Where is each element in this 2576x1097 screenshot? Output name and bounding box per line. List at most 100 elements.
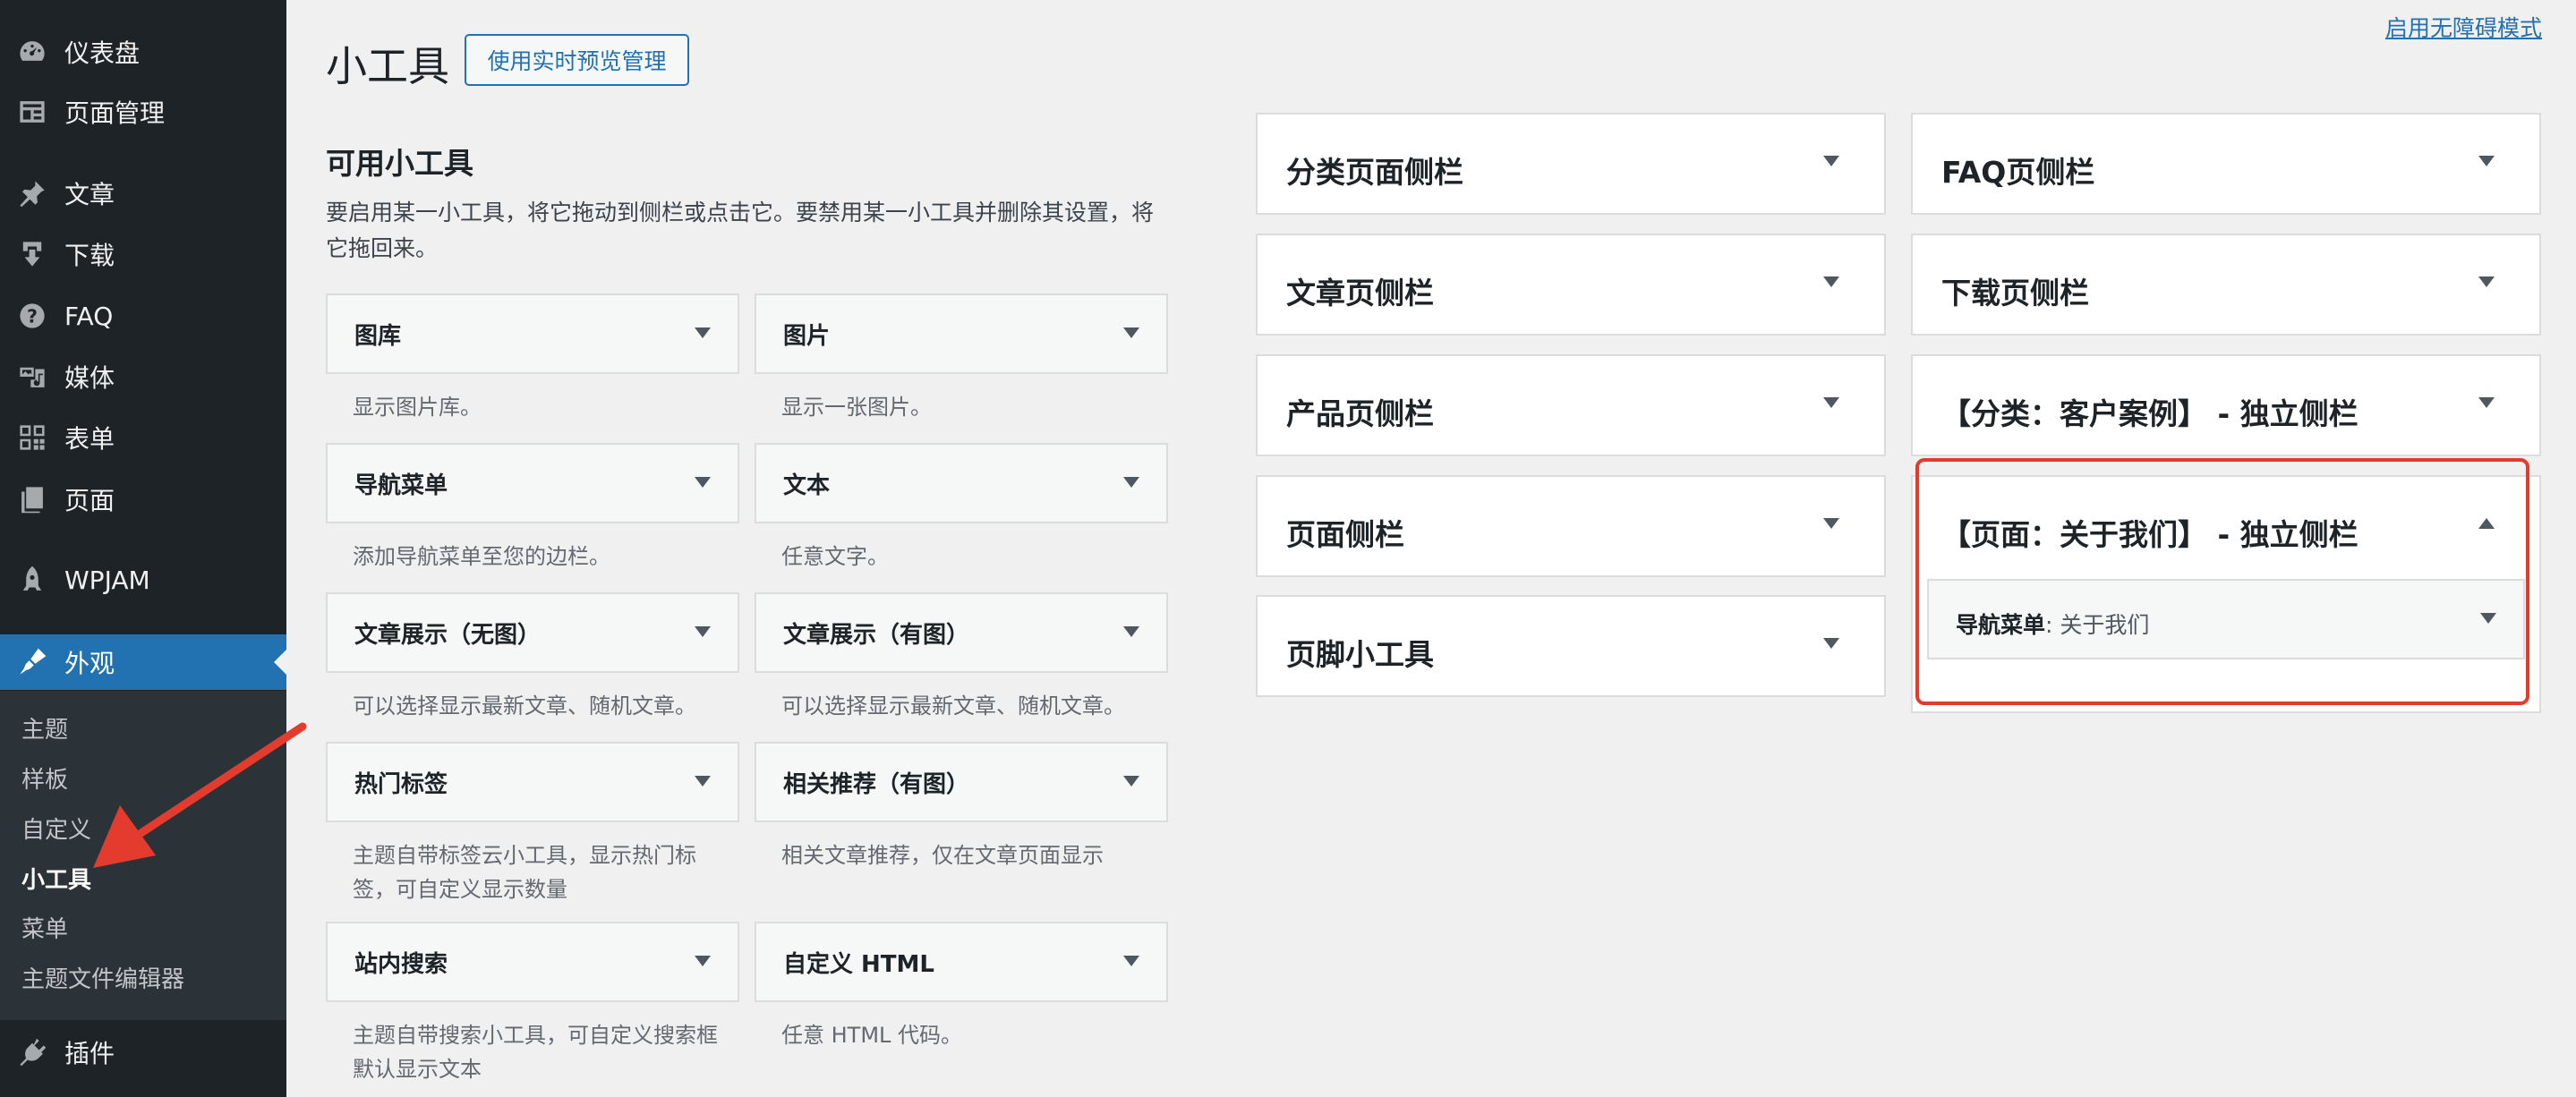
pin-icon — [16, 177, 48, 209]
widget-title: 导航菜单: 关于我们 — [1956, 608, 2149, 640]
plugin-icon — [16, 1036, 48, 1068]
menu-item-posts[interactable]: 文章 — [0, 166, 286, 220]
caret-down-icon[interactable] — [695, 327, 711, 338]
widget-image[interactable]: 图片 — [755, 293, 1168, 374]
brush-icon — [16, 646, 48, 678]
widget-title: 自定义 HTML — [783, 950, 934, 978]
accessibility-mode-link[interactable]: 启用无障碍模式 — [2385, 11, 2542, 43]
sidebar-title: 下载页侧栏 — [1941, 276, 2089, 310]
widget-title: 热门标签 — [354, 770, 448, 798]
media-icon — [16, 361, 48, 393]
menu-label: 媒体 — [64, 363, 115, 393]
sidebar-title: 页面侧栏 — [1286, 517, 1404, 552]
menu-item-download[interactable]: 下载 — [0, 227, 286, 281]
submenu-item-customize[interactable]: 自定义 — [21, 816, 91, 845]
caret-down-icon[interactable] — [695, 776, 711, 787]
widget-instance-title: : 关于我们 — [2045, 612, 2150, 638]
svg-text:?: ? — [27, 306, 38, 327]
menu-label: 页面管理 — [64, 98, 166, 128]
submenu-item-themes[interactable]: 主题 — [21, 716, 68, 744]
menu-item-page-manage[interactable]: 页面管理 — [0, 85, 286, 139]
widget-description: 显示一张图片。 — [781, 395, 932, 420]
caret-up-icon[interactable] — [2478, 518, 2495, 529]
sidebar-title: 【分类：客户案例】 - 独立侧栏 — [1941, 396, 2358, 431]
sidebar-widget-nav-menu[interactable]: 导航菜单: 关于我们 — [1927, 579, 2525, 659]
widget-title: 文章展示（无图） — [354, 621, 542, 649]
caret-down-icon[interactable] — [1123, 956, 1139, 966]
widget-description: 主题自带标签云小工具，显示热门标签，可自定义显示数量 — [353, 843, 696, 902]
widget-title: 导航菜单 — [354, 472, 448, 499]
menu-item-wpjam[interactable]: WPJAM — [0, 553, 286, 607]
widget-text[interactable]: 文本 — [755, 443, 1168, 523]
widget-description: 任意文字。 — [781, 544, 889, 569]
menu-label: 文章 — [64, 180, 115, 209]
widget-description: 任意 HTML 代码。 — [781, 1023, 963, 1048]
sidebar-page-about-us[interactable]: 【页面：关于我们】 - 独立侧栏 导航菜单: 关于我们 — [1911, 475, 2541, 713]
caret-down-icon[interactable] — [695, 626, 711, 637]
widget-nav-menu[interactable]: 导航菜单 — [326, 443, 739, 523]
widget-gallery[interactable]: 图库 — [326, 293, 739, 374]
submenu-item-menus[interactable]: 菜单 — [21, 915, 68, 944]
caret-down-icon[interactable] — [695, 956, 711, 966]
sidebar-footer-widgets[interactable]: 页脚小工具 — [1256, 595, 1886, 697]
submenu-item-patterns[interactable]: 样板 — [21, 766, 68, 795]
widget-title: 图片 — [783, 322, 831, 350]
menu-item-faq[interactable]: ? FAQ — [0, 289, 286, 343]
caret-down-icon[interactable] — [1823, 276, 1839, 287]
widget-hot-tags[interactable]: 热门标签 — [326, 742, 739, 822]
widget-title: 图库 — [354, 322, 402, 350]
caret-down-icon[interactable] — [1823, 397, 1839, 408]
menu-item-plugins[interactable]: 插件 — [0, 1025, 286, 1079]
page-manage-icon — [16, 96, 48, 128]
sidebar-post-page[interactable]: 文章页侧栏 — [1256, 234, 1886, 336]
caret-down-icon[interactable] — [1123, 776, 1139, 787]
sidebar-category-customer-cases[interactable]: 【分类：客户案例】 - 独立侧栏 — [1911, 354, 2541, 456]
appearance-submenu: 主题 样板 自定义 小工具 菜单 主题文件编辑器 — [0, 691, 286, 1020]
widget-custom-html[interactable]: 自定义 HTML — [755, 922, 1168, 1002]
widget-description: 主题自带搜索小工具，可自定义搜索框默认显示文本 — [353, 1023, 718, 1082]
sidebar-product-page[interactable]: 产品页侧栏 — [1256, 354, 1886, 456]
submenu-item-widgets[interactable]: 小工具 — [21, 866, 91, 895]
caret-down-icon[interactable] — [2480, 613, 2496, 624]
caret-down-icon[interactable] — [1123, 477, 1139, 488]
menu-item-media[interactable]: 媒体 — [0, 350, 286, 404]
widget-site-search[interactable]: 站内搜索 — [326, 922, 739, 1002]
sidebar-title: 分类页面侧栏 — [1286, 155, 1463, 190]
rocket-icon — [16, 564, 48, 596]
caret-down-icon[interactable] — [2478, 397, 2495, 408]
caret-down-icon[interactable] — [2478, 276, 2495, 287]
help-icon: ? — [16, 300, 48, 332]
widget-posts-with-image[interactable]: 文章展示（有图） — [755, 592, 1168, 673]
widget-posts-no-image[interactable]: 文章展示（无图） — [326, 592, 739, 673]
menu-label: FAQ — [64, 301, 114, 331]
menu-item-forms[interactable]: 表单 — [0, 411, 286, 464]
sidebar-category-page[interactable]: 分类页面侧栏 — [1256, 113, 1886, 215]
sidebar-page[interactable]: 页面侧栏 — [1256, 475, 1886, 577]
menu-label: WPJAM — [64, 565, 150, 595]
caret-down-icon[interactable] — [1123, 626, 1139, 637]
sidebar-title: 文章页侧栏 — [1286, 276, 1434, 310]
widget-title: 文本 — [783, 472, 831, 499]
caret-down-icon[interactable] — [1823, 156, 1839, 166]
submenu-item-theme-editor[interactable]: 主题文件编辑器 — [21, 965, 184, 994]
live-preview-button[interactable]: 使用实时预览管理 — [465, 34, 689, 86]
caret-down-icon[interactable] — [695, 477, 711, 488]
widget-title: 文章展示（有图） — [783, 621, 970, 649]
widget-related-posts[interactable]: 相关推荐（有图） — [755, 742, 1168, 822]
caret-down-icon[interactable] — [2478, 156, 2495, 166]
available-widgets-description: 要启用某一小工具，将它拖动到侧栏或点击它。要禁用某一小工具并删除其设置，将它拖回… — [326, 200, 1155, 261]
widget-description: 显示图片库。 — [353, 395, 482, 420]
sidebar-download-page[interactable]: 下载页侧栏 — [1911, 234, 2541, 336]
caret-down-icon[interactable] — [1823, 518, 1839, 529]
pages-icon — [16, 483, 48, 515]
menu-item-dashboard[interactable]: 仪表盘 — [0, 25, 286, 79]
menu-label: 外观 — [64, 649, 115, 678]
menu-item-pages[interactable]: 页面 — [0, 472, 286, 526]
dashboard-icon — [16, 36, 48, 68]
menu-label: 表单 — [64, 424, 115, 454]
sidebar-title: 页脚小工具 — [1286, 637, 1434, 672]
caret-down-icon[interactable] — [1823, 638, 1839, 649]
menu-item-appearance[interactable]: 外观 — [0, 634, 286, 690]
caret-down-icon[interactable] — [1123, 327, 1139, 338]
sidebar-faq-page[interactable]: FAQ页侧栏 — [1911, 113, 2541, 215]
